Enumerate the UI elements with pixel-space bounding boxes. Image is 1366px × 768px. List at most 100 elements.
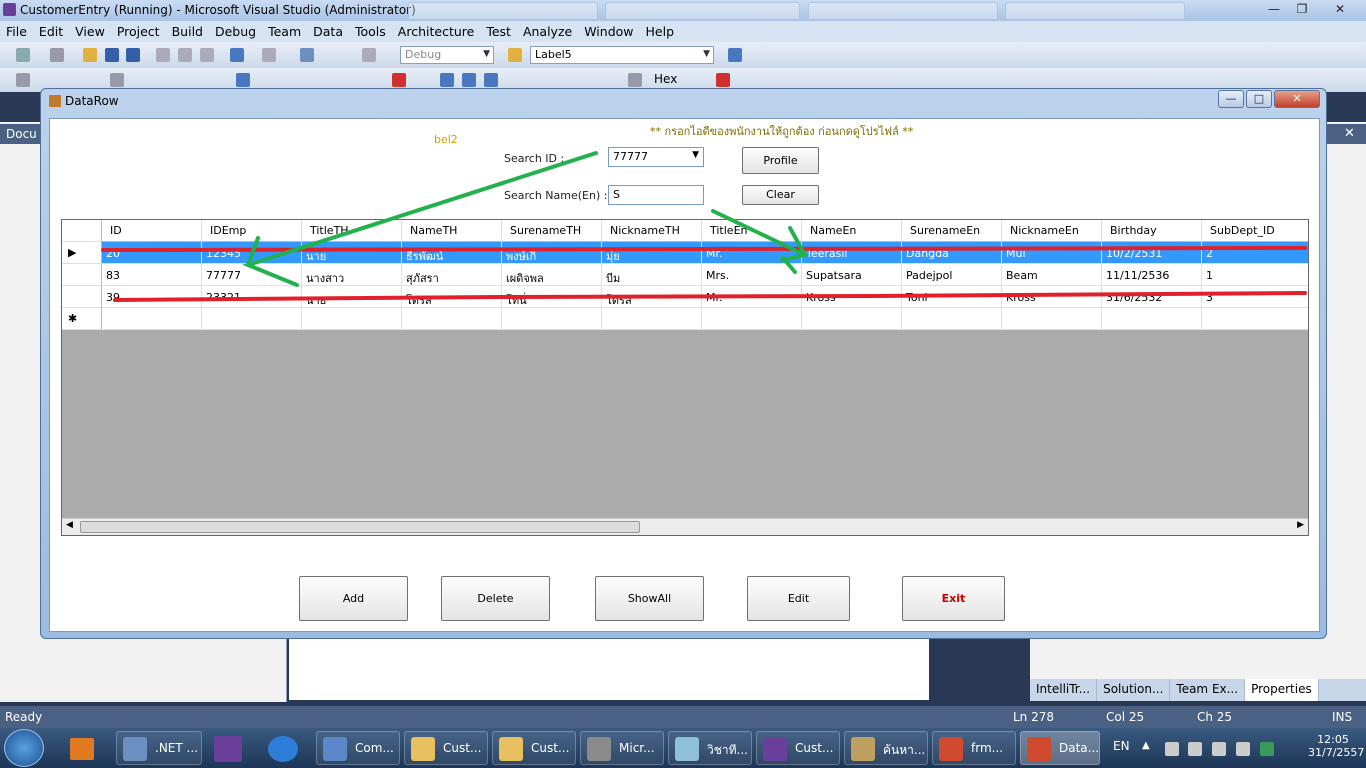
grid-cell[interactable]: Supatsara	[802, 264, 902, 286]
new-row-cell[interactable]	[1102, 308, 1202, 330]
taskbar-item[interactable]: frm...	[932, 731, 1016, 765]
paste-icon[interactable]	[200, 48, 214, 62]
grid-cell[interactable]: Mr.	[702, 242, 802, 264]
taskbar-item[interactable]: Micr...	[580, 731, 664, 765]
tab-solution-explorer[interactable]: Solution...	[1097, 679, 1171, 701]
new-row-cell[interactable]	[702, 308, 802, 330]
search-id-combo[interactable]: 77777 ▼	[608, 147, 704, 167]
language-indicator[interactable]: EN	[1113, 739, 1130, 753]
menu-architecture[interactable]: Architecture	[398, 24, 475, 39]
row-header[interactable]	[62, 286, 102, 308]
grid-cell[interactable]: 1	[1202, 264, 1308, 286]
pause-icon[interactable]	[462, 73, 476, 87]
grid-cell[interactable]: โดรส	[602, 286, 702, 308]
grid-cell[interactable]: 83	[102, 264, 202, 286]
grid-cell[interactable]: นาย	[302, 242, 402, 264]
horizontal-scrollbar[interactable]: ◀ ▶	[62, 518, 1308, 535]
grid-cell[interactable]: Mr.	[702, 286, 802, 308]
solution-config-combo[interactable]: Debug ▼	[400, 46, 494, 64]
taskbar-item-active[interactable]: Data...	[1020, 731, 1100, 765]
taskbar-item[interactable]: Cust...	[756, 731, 840, 765]
vs-minimize-button[interactable]: —	[1262, 1, 1286, 18]
tab-intellitrace[interactable]: IntelliTr...	[1030, 679, 1098, 701]
toolbar-icon[interactable]	[392, 73, 406, 87]
grid-cell[interactable]: Padejpol	[902, 264, 1002, 286]
menu-debug[interactable]: Debug	[215, 24, 256, 39]
edit-button[interactable]: Edit	[747, 576, 850, 621]
new-row-cell[interactable]	[102, 308, 202, 330]
new-row-header[interactable]: ✱	[62, 308, 102, 330]
new-project-icon[interactable]	[16, 48, 30, 62]
grid-cell[interactable]: Mui	[1002, 242, 1102, 264]
search-name-input[interactable]: S	[608, 185, 704, 205]
tray-chevron-icon[interactable]: ▲	[1142, 740, 1150, 751]
grid-cell[interactable]: 31/6/2532	[1102, 286, 1202, 308]
column-header-birthday[interactable]: Birthday	[1102, 220, 1202, 242]
menu-data[interactable]: Data	[313, 24, 343, 39]
grid-cell[interactable]: บีม	[602, 264, 702, 286]
menu-test[interactable]: Test	[486, 24, 511, 39]
media-player-icon[interactable]	[70, 738, 94, 760]
grid-cell[interactable]: 10/2/2531	[1102, 242, 1202, 264]
new-row-cell[interactable]	[802, 308, 902, 330]
column-header-idemp[interactable]: IDEmp	[202, 220, 302, 242]
grid-cell[interactable]: 3	[1202, 286, 1308, 308]
grid-cell[interactable]: 12345	[202, 242, 302, 264]
menu-team[interactable]: Team	[268, 24, 301, 39]
grid-cell[interactable]: Toni	[902, 286, 1002, 308]
maximize-button[interactable]: □	[1246, 90, 1272, 108]
grid-cell[interactable]: Dangda	[902, 242, 1002, 264]
internet-explorer-icon[interactable]	[268, 736, 298, 762]
grid-cell[interactable]: โทนี่	[502, 286, 602, 308]
find-icon[interactable]	[508, 48, 522, 62]
toolbar-icon[interactable]	[628, 73, 642, 87]
vs-maximize-button[interactable]: ❐	[1290, 1, 1314, 18]
grid-cell[interactable]: Mrs.	[702, 264, 802, 286]
grid-cell[interactable]: 20	[102, 242, 202, 264]
column-header-nameen[interactable]: NameEn	[802, 220, 902, 242]
scroll-left-icon[interactable]: ◀	[66, 520, 73, 530]
menu-edit[interactable]: Edit	[39, 24, 63, 39]
grid-cell[interactable]: สุภัสรา	[402, 264, 502, 286]
column-header-titleth[interactable]: TitleTH	[302, 220, 402, 242]
scroll-right-icon[interactable]: ▶	[1297, 520, 1304, 530]
taskbar-item[interactable]: .NET ...	[116, 731, 202, 765]
network-icon[interactable]	[1236, 742, 1250, 756]
navigate-icon[interactable]	[300, 48, 314, 62]
column-header-surenameen[interactable]: SurenameEn	[902, 220, 1002, 242]
column-header-nameth[interactable]: NameTH	[402, 220, 502, 242]
volume-icon[interactable]	[1188, 742, 1202, 756]
vs-close-button[interactable]: ✕	[1328, 1, 1352, 18]
menu-analyze[interactable]: Analyze	[523, 24, 572, 39]
new-row-cell[interactable]	[302, 308, 402, 330]
scrollbar-thumb[interactable]	[80, 521, 640, 533]
column-header-surenameth[interactable]: SurenameTH	[502, 220, 602, 242]
taskbar-item[interactable]: Cust...	[492, 731, 576, 765]
menu-project[interactable]: Project	[117, 24, 160, 39]
grid-cell[interactable]: พงษ์เกิ	[502, 242, 602, 264]
toolbar-icon[interactable]	[716, 73, 730, 87]
save-icon[interactable]	[105, 48, 119, 62]
continue-icon[interactable]	[440, 73, 454, 87]
new-row-cell[interactable]	[202, 308, 302, 330]
save-all-icon[interactable]	[126, 48, 140, 62]
showall-button[interactable]: ShowAll	[595, 576, 704, 621]
grid-cell[interactable]: Kross	[1002, 286, 1102, 308]
column-header-nicknameen[interactable]: NicknameEn	[1002, 220, 1102, 242]
column-header-nicknameth[interactable]: NicknameTH	[602, 220, 702, 242]
grid-cell[interactable]: Teerasil	[802, 242, 902, 264]
flag-icon[interactable]	[1165, 742, 1179, 756]
taskbar-item[interactable]: ค้นหา...	[844, 731, 928, 765]
open-folder-icon[interactable]	[83, 48, 97, 62]
grid-cell[interactable]: เผดิจพล	[502, 264, 602, 286]
new-row-cell[interactable]	[602, 308, 702, 330]
employee-data-grid[interactable]: ID IDEmp TitleTH NameTH SurenameTH Nickn…	[61, 219, 1309, 536]
taskbar-item[interactable]: วิชาที...	[668, 731, 752, 765]
toolbar-icon[interactable]	[110, 73, 124, 87]
grid-cell[interactable]: 2	[1202, 242, 1308, 264]
copy-icon[interactable]	[178, 48, 192, 62]
taskbar-item[interactable]: Com...	[316, 731, 400, 765]
start-button[interactable]	[4, 729, 44, 767]
menu-file[interactable]: File	[6, 24, 27, 39]
drive-icon[interactable]	[1260, 742, 1274, 756]
